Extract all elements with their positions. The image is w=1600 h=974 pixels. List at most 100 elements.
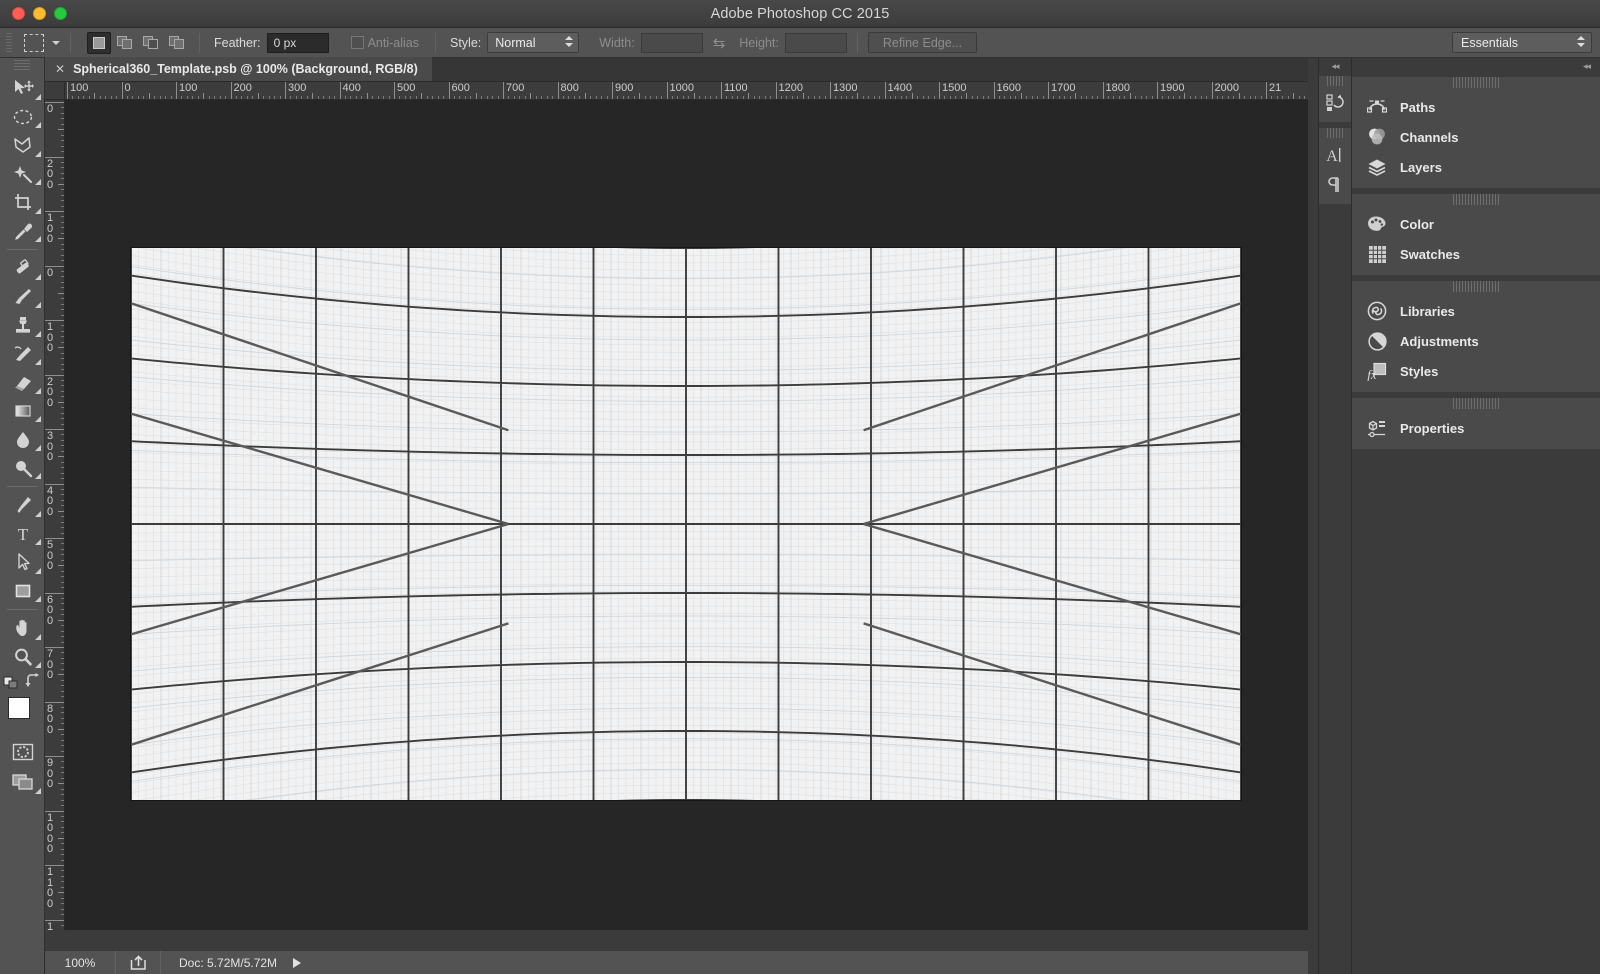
refine-edge-button[interactable]: Refine Edge... — [868, 32, 977, 53]
double-chevron-left-icon[interactable]: ◂◂ — [1319, 58, 1351, 74]
height-input[interactable] — [785, 33, 847, 53]
collapsed-dock-group: A — [1319, 128, 1351, 204]
ruler-corner[interactable] — [45, 82, 65, 100]
app-title: Adobe Photoshop CC 2015 — [0, 6, 1600, 22]
spot-healing-brush-tool[interactable] — [0, 254, 45, 283]
rectangle-tool[interactable] — [0, 577, 45, 606]
history-panel-icon[interactable] — [1319, 88, 1351, 118]
workspace-select[interactable]: Essentials — [1452, 32, 1592, 53]
panel-item-label: Color — [1400, 217, 1434, 232]
panel-grip[interactable] — [1453, 281, 1499, 292]
svg-text:A: A — [1326, 148, 1338, 165]
type-tool[interactable]: T — [0, 520, 45, 549]
ruler-label: 21 — [1266, 82, 1281, 94]
panel-item-styles[interactable]: fxStyles — [1352, 356, 1600, 386]
adjustments-icon — [1366, 330, 1388, 352]
ruler-tick — [58, 293, 65, 294]
rectangular-marquee-icon[interactable] — [24, 34, 44, 52]
document-canvas[interactable] — [131, 248, 1241, 800]
panel-item-layers[interactable]: Layers — [1352, 152, 1600, 182]
foreground-color-swatch[interactable] — [8, 697, 30, 719]
intersect-with-selection-button[interactable] — [165, 32, 189, 54]
quick-mask-icon[interactable] — [0, 737, 45, 767]
anti-alias-checkbox[interactable] — [351, 36, 364, 49]
tools-panel-grip[interactable] — [14, 60, 30, 72]
style-select[interactable]: Normal — [487, 32, 579, 53]
ruler-label: 100 — [47, 213, 56, 245]
eraser-tool[interactable] — [0, 368, 45, 397]
document-tab-bar: ✕ Spherical360_Template.psb @ 100% (Back… — [45, 58, 1308, 82]
new-selection-button[interactable] — [87, 32, 111, 54]
crop-tool[interactable] — [0, 188, 45, 217]
add-to-selection-button[interactable] — [113, 32, 137, 54]
default-colors-icon[interactable] — [3, 673, 19, 689]
panel-item-channels[interactable]: Channels — [1352, 122, 1600, 152]
zoom-tool[interactable] — [0, 643, 45, 672]
clone-stamp-tool[interactable] — [0, 311, 45, 340]
ruler-label: 100 — [47, 322, 56, 354]
panel-item-paths[interactable]: Paths — [1352, 92, 1600, 122]
ruler-tick — [94, 93, 95, 100]
path-selection-tool[interactable] — [0, 548, 45, 577]
chevron-down-icon[interactable] — [52, 41, 60, 45]
panel-item-adjustments[interactable]: Adjustments — [1352, 326, 1600, 356]
options-bar-grip[interactable] — [6, 33, 12, 53]
screen-mode-icon[interactable] — [0, 767, 45, 797]
panel-item-label: Libraries — [1400, 304, 1455, 319]
dodge-tool[interactable] — [0, 454, 45, 483]
hand-tool[interactable] — [0, 614, 45, 643]
swap-arrows-icon[interactable]: ⇆ — [713, 34, 726, 52]
pen-tool[interactable] — [0, 491, 45, 520]
ruler-tick — [1239, 93, 1240, 100]
svg-text:fx: fx — [1367, 367, 1377, 381]
eyedropper-tool[interactable] — [0, 217, 45, 246]
ruler-tick — [312, 93, 313, 100]
paragraph-panel-icon[interactable] — [1319, 170, 1351, 200]
panel-grip[interactable] — [1327, 128, 1343, 138]
workspace-select-value: Essentials — [1461, 36, 1518, 50]
collapsed-dock-group — [1319, 76, 1351, 122]
double-chevron-left-icon[interactable]: ◂◂ — [1352, 58, 1600, 74]
lasso-tool[interactable] — [0, 131, 45, 160]
vertical-ruler[interactable]: 0200100010020030040050060070080090010001… — [45, 100, 65, 930]
width-input[interactable] — [641, 33, 703, 53]
ruler-label: 500 — [47, 540, 56, 572]
gradient-tool[interactable] — [0, 397, 45, 426]
swap-colors-icon[interactable] — [25, 673, 41, 689]
play-arrow-icon[interactable] — [293, 958, 301, 968]
ruler-tick — [58, 565, 65, 566]
history-brush-tool[interactable] — [0, 340, 45, 369]
panel-item-properties[interactable]: Properties — [1352, 413, 1600, 443]
blur-tool[interactable] — [0, 425, 45, 454]
magic-wand-tool[interactable] — [0, 160, 45, 189]
panel-grip[interactable] — [1453, 77, 1499, 88]
panel-grip[interactable] — [1453, 398, 1499, 409]
ruler-tick — [1184, 93, 1185, 100]
ruler-tick — [58, 838, 65, 839]
character-panel-icon[interactable]: A — [1319, 140, 1351, 170]
ruler-tick — [1075, 93, 1076, 100]
subtract-from-selection-button[interactable] — [139, 32, 163, 54]
ruler-tick — [58, 129, 65, 130]
panel-grip[interactable] — [1453, 194, 1499, 205]
panel-item-color[interactable]: Color — [1352, 209, 1600, 239]
ruler-tick — [149, 93, 150, 100]
elliptical-marquee-tool[interactable] — [0, 103, 45, 132]
panel-item-label: Channels — [1400, 130, 1459, 145]
share-icon[interactable] — [116, 955, 160, 970]
ruler-label: 800 — [47, 704, 56, 736]
zoom-level[interactable]: 100% — [45, 956, 115, 970]
move-tool[interactable] — [0, 74, 45, 103]
brush-tool[interactable] — [0, 283, 45, 312]
panel-grip[interactable] — [1327, 76, 1343, 86]
panel-item-swatches[interactable]: Swatches — [1352, 239, 1600, 269]
horizontal-ruler[interactable]: 1000100200300400500600700800900100011001… — [65, 82, 1308, 100]
ruler-tick — [421, 93, 422, 100]
canvas-area[interactable] — [65, 100, 1308, 930]
ruler-label: 1700 — [1048, 82, 1075, 94]
document-tab[interactable]: ✕ Spherical360_Template.psb @ 100% (Back… — [45, 57, 432, 81]
panel-item-libraries[interactable]: Libraries — [1352, 296, 1600, 326]
divider — [7, 609, 37, 610]
feather-input[interactable]: 0 px — [267, 33, 329, 53]
close-icon[interactable]: ✕ — [55, 62, 65, 76]
